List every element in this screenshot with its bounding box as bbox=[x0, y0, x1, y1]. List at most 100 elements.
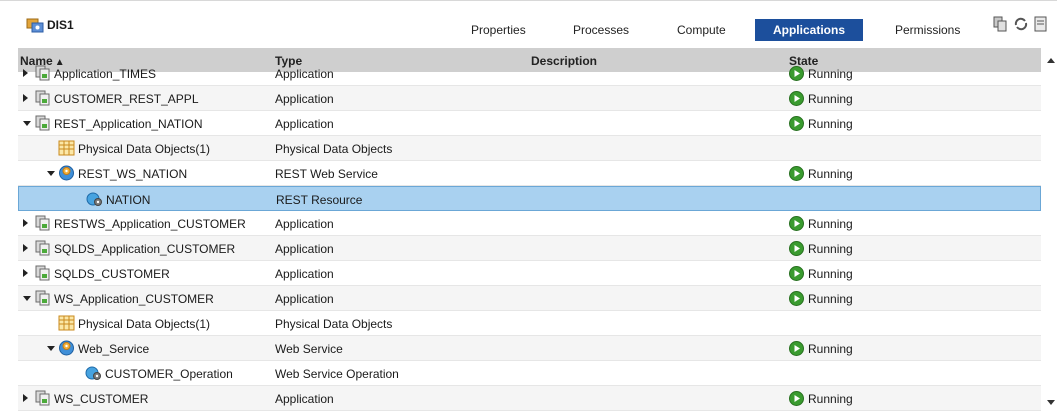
row-state: Running bbox=[808, 92, 853, 106]
expand-arrow-icon[interactable] bbox=[23, 69, 28, 77]
running-status-icon bbox=[789, 341, 804, 356]
domain-icon bbox=[26, 17, 44, 33]
row-type: Application bbox=[275, 392, 334, 406]
deploy-icon[interactable] bbox=[992, 15, 1010, 33]
row-name: Application_TIMES bbox=[54, 67, 157, 81]
tab-compute[interactable]: Compute bbox=[677, 19, 726, 41]
row-state: Running bbox=[808, 342, 853, 356]
application-icon bbox=[34, 240, 51, 256]
web-service-icon bbox=[58, 165, 75, 181]
running-status-icon bbox=[789, 166, 804, 181]
scroll-down-icon[interactable] bbox=[1047, 400, 1055, 405]
table-row[interactable]: SQLDS_CUSTOMER Application Running bbox=[18, 261, 1041, 286]
application-icon bbox=[34, 265, 51, 281]
scroll-up-icon[interactable] bbox=[1047, 58, 1055, 63]
top-bar: DIS1 Properties Processes Compute Applic… bbox=[0, 0, 1057, 49]
row-name: CUSTOMER_REST_APPL bbox=[54, 92, 199, 106]
expand-arrow-icon[interactable] bbox=[23, 94, 28, 102]
row-type: Physical Data Objects bbox=[275, 142, 393, 156]
row-state: Running bbox=[808, 267, 853, 281]
row-name: REST_WS_NATION bbox=[78, 167, 188, 181]
toolbar bbox=[992, 15, 1050, 33]
application-icon bbox=[34, 215, 51, 231]
table-row[interactable]: REST_WS_NATION REST Web Service Running bbox=[18, 161, 1041, 186]
application-icon bbox=[34, 290, 51, 306]
application-icon bbox=[34, 390, 51, 406]
collapse-arrow-icon[interactable] bbox=[47, 171, 55, 176]
properties-icon[interactable] bbox=[1032, 15, 1050, 33]
application-icon bbox=[34, 90, 51, 106]
table-row[interactable]: REST_Application_NATION Application Runnin… bbox=[18, 111, 1041, 136]
running-status-icon bbox=[789, 116, 804, 131]
table-row[interactable]: WS_CUSTOMER Application Running bbox=[18, 386, 1041, 411]
row-state: Running bbox=[808, 117, 853, 131]
table-row[interactable]: RESTWS_Application_CUSTOMER Application Ru… bbox=[18, 211, 1041, 236]
application-icon bbox=[34, 65, 51, 81]
row-name: SQLDS_CUSTOMER bbox=[54, 267, 170, 281]
row-type: Web Service Operation bbox=[275, 367, 399, 381]
row-type: Physical Data Objects bbox=[275, 317, 393, 331]
expand-arrow-icon[interactable] bbox=[23, 219, 28, 227]
table-icon bbox=[58, 140, 75, 156]
expand-arrow-icon[interactable] bbox=[23, 244, 28, 252]
row-type: REST Resource bbox=[276, 193, 363, 207]
table-row[interactable]: WS_Application_CUSTOMER Application Runnin… bbox=[18, 286, 1041, 311]
row-type: Application bbox=[275, 67, 334, 81]
row-type: Application bbox=[275, 92, 334, 106]
refresh-icon[interactable] bbox=[1012, 15, 1030, 33]
row-name: Physical Data Objects(1) bbox=[78, 142, 211, 156]
table-row[interactable]: CUSTOMER_REST_APPL Application Running bbox=[18, 86, 1041, 111]
tab-applications[interactable]: Applications bbox=[755, 19, 863, 41]
row-name: WS_Application_CUSTOMER bbox=[54, 292, 214, 306]
row-type: Application bbox=[275, 242, 334, 256]
running-status-icon bbox=[789, 266, 804, 281]
row-name: WS_CUSTOMER bbox=[54, 392, 149, 406]
row-name: RESTWS_Application_CUSTOMER bbox=[54, 217, 246, 231]
running-status-icon bbox=[789, 291, 804, 306]
row-state: Running bbox=[808, 167, 853, 181]
running-status-icon bbox=[789, 216, 804, 231]
table-row[interactable]: NATION REST Resource bbox=[18, 186, 1041, 211]
row-type: Application bbox=[275, 267, 334, 281]
row-name: Web_Service bbox=[78, 342, 150, 356]
applications-grid: Application_TIMES Application Running CUSTO… bbox=[18, 63, 1041, 415]
row-name: REST_Application_NATION bbox=[54, 117, 203, 131]
operation-icon bbox=[85, 365, 102, 381]
running-status-icon bbox=[789, 91, 804, 106]
table-row[interactable]: CUSTOMER_Operation Web Service Operation bbox=[18, 361, 1041, 386]
row-type: Web Service bbox=[275, 342, 343, 356]
running-status-icon bbox=[789, 391, 804, 406]
row-state: Running bbox=[808, 67, 853, 81]
collapse-arrow-icon[interactable] bbox=[23, 296, 31, 301]
row-name: SQLDS_Application_CUSTOMER bbox=[54, 242, 236, 256]
row-type: Application bbox=[275, 292, 334, 306]
row-name: CUSTOMER_Operation bbox=[105, 367, 233, 381]
table-row[interactable]: Physical Data Objects(1) Physical Data Ob… bbox=[18, 311, 1041, 336]
row-state: Running bbox=[808, 217, 853, 231]
application-icon bbox=[34, 115, 51, 131]
tab-properties[interactable]: Properties bbox=[471, 19, 526, 41]
web-service-icon bbox=[58, 340, 75, 356]
table-row[interactable]: Web_Service Web Service Running bbox=[18, 336, 1041, 361]
expand-arrow-icon[interactable] bbox=[23, 394, 28, 402]
table-row[interactable]: SQLDS_Application_CUSTOMER Application Run… bbox=[18, 236, 1041, 261]
tab-permissions[interactable]: Permissions bbox=[895, 19, 960, 41]
row-name: NATION bbox=[106, 193, 151, 207]
collapse-arrow-icon[interactable] bbox=[23, 121, 31, 126]
table-row[interactable]: Physical Data Objects(1) Physical Data Ob… bbox=[18, 136, 1041, 161]
row-type: Application bbox=[275, 217, 334, 231]
row-name: Physical Data Objects(1) bbox=[78, 317, 211, 331]
row-state: Running bbox=[808, 242, 853, 256]
running-status-icon bbox=[789, 66, 804, 81]
row-state: Running bbox=[808, 292, 853, 306]
collapse-arrow-icon[interactable] bbox=[47, 346, 55, 351]
table-icon bbox=[58, 315, 75, 331]
tab-processes[interactable]: Processes bbox=[573, 19, 629, 41]
expand-arrow-icon[interactable] bbox=[23, 269, 28, 277]
row-type: Application bbox=[275, 117, 334, 131]
table-row[interactable]: Application_TIMES Application Running bbox=[18, 63, 1041, 86]
vertical-scrollbar[interactable] bbox=[1044, 48, 1057, 415]
row-state: Running bbox=[808, 392, 853, 406]
page-title: DIS1 bbox=[47, 18, 74, 32]
running-status-icon bbox=[789, 241, 804, 256]
